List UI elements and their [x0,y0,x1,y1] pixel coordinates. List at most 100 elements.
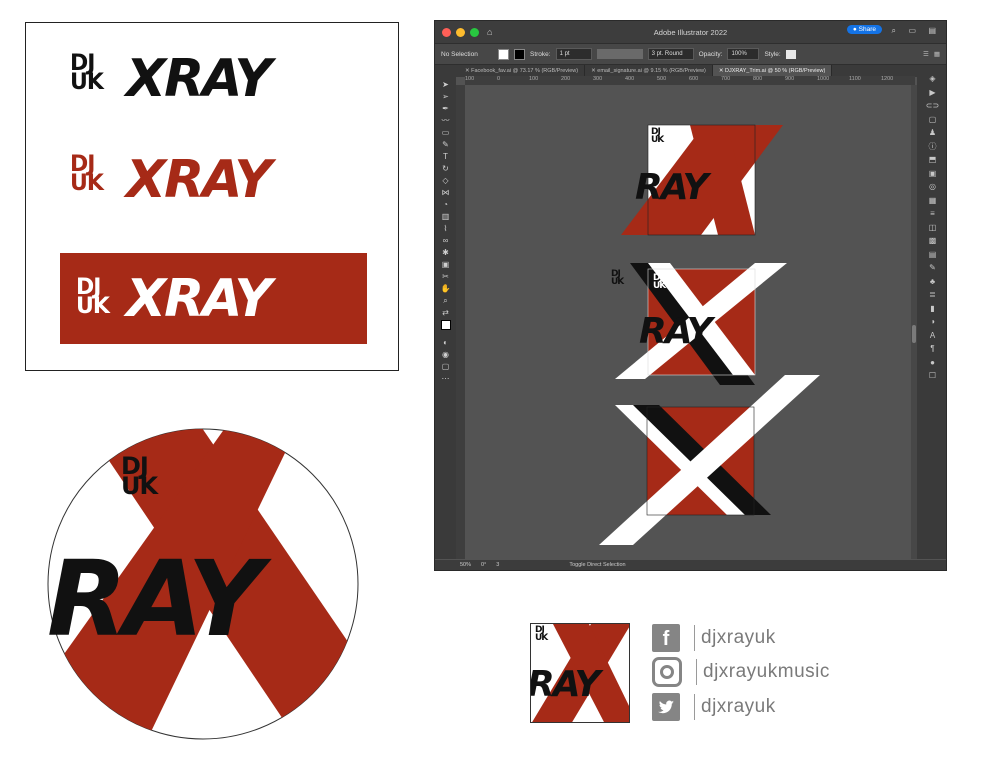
home-icon[interactable]: ⌂ [487,27,492,37]
layers-panel-icon[interactable]: ◈ [917,72,946,86]
facebook-icon: f [652,624,680,652]
ruler-tick: 1100 [849,76,861,82]
character-panel-icon[interactable]: A [917,329,946,343]
comments-panel-icon[interactable]: ☐ [917,369,946,383]
brush-definition-field[interactable]: 3 pt. Round [647,48,694,60]
vertical-scrollbar[interactable] [911,85,917,559]
swatches-panel-icon[interactable]: ▤ [917,248,946,262]
gradient-panel-icon[interactable]: ▮ [917,302,946,316]
width-tool-icon[interactable]: ⋈ [441,188,451,198]
illustrator-window: ⌂ Adobe Illustrator 2022 ● Share ⌕ ▭ ▤ N… [434,20,947,571]
actions-panel-icon[interactable]: ▶ [917,86,946,100]
canvas[interactable]: DJ UK RAY DJ UK DJ UK RAY [465,85,917,559]
shape-builder-tool-icon[interactable]: ◔ [441,200,451,210]
slice-tool-icon[interactable]: ✂ [441,272,451,282]
horizontal-ruler: 100 0 100 200 300 400 500 600 700 800 900 1000 1100 1… [465,76,915,85]
more-tools-icon[interactable]: ⋯ [441,374,451,384]
graphic-styles-panel-icon[interactable]: ▦ [917,194,946,208]
social-row-instagram[interactable]: djxrayukmusic [652,657,830,687]
direct-selection-tool-icon[interactable]: ➢ [441,92,451,102]
opacity-field[interactable]: 100% [727,48,760,60]
search-icon[interactable]: ⌕ [892,26,896,36]
workspace-switcher-icon[interactable]: ▭ [908,26,916,35]
artboard-navigator[interactable]: 3 [496,562,499,568]
logo-black: DJ UK XRAY [70,49,360,109]
fill-stroke-indicator[interactable] [440,320,451,336]
pathfinder-panel-icon[interactable]: ◫ [917,221,946,235]
stroke-panel-icon[interactable]: ≣ [917,288,946,302]
artboard1-wordmark: RAY [635,167,709,208]
symbol-sprayer-tool-icon[interactable]: ✱ [441,248,451,258]
artboard1-logo-mark: DJ UK [651,127,664,145]
rectangle-tool-icon[interactable]: ▭ [441,128,451,138]
ruler-tick: 300 [593,76,603,82]
artboard2-logo-mark: DJ UK [653,273,666,291]
transparency-panel-icon[interactable]: ◑ [917,315,946,329]
selection-tool-icon[interactable]: ➤ [441,80,451,90]
zoom-level[interactable]: 50% [460,562,471,568]
type-tool-icon[interactable]: T [441,152,451,162]
links-panel-icon[interactable]: ⊂⊃ [917,99,946,113]
status-bar: 50% 0° 3 Toggle Direct Selection [435,560,946,570]
info-panel-icon[interactable]: ⓘ [917,140,946,154]
align-icon[interactable]: ☰ [923,50,929,58]
gradient-tool-icon[interactable]: ▥ [441,212,451,222]
brushes-panel-icon[interactable]: ✎ [917,261,946,275]
swap-fill-stroke-icon[interactable]: ⇄ [441,308,451,318]
color-mode-icon[interactable]: ◐ [441,338,451,348]
close-window-button[interactable] [442,27,451,37]
screen-mode-icon[interactable]: ▢ [441,362,451,372]
rotate-tool-icon[interactable]: ↻ [441,164,451,174]
eraser-tool-icon[interactable]: ◇ [441,176,451,186]
panel-dock: ◈ ▶ ⊂⊃ ▢ ♟ ⓘ ⬒ ▣ ◎ ▦ ≡ ◫ ▩ ▤ ✎ ♣ ≣ ▮ ◑ A… [917,66,946,559]
artboard-tool-icon[interactable]: ▣ [441,260,451,270]
symbols-panel-icon[interactable]: ♣ [917,275,946,289]
style-swatch[interactable] [785,49,796,59]
avatar-wordmark: RAY [530,664,601,705]
zoom-tool-icon[interactable]: ⌕ [441,296,451,306]
facebook-handle: djxrayuk [701,627,776,648]
share-button[interactable]: ● Share [846,25,882,34]
pencil-tool-icon[interactable]: ✎ [441,140,451,150]
transform-panel-icon[interactable]: ▩ [917,234,946,248]
blend-tool-icon[interactable]: ∞ [441,236,451,246]
eyedropper-tool-icon[interactable]: ⌇ [441,224,451,234]
hand-tool-icon[interactable]: ✋ [441,284,451,294]
profile-avatar: DJ UK RAY [530,623,630,723]
instagram-icon [652,657,682,687]
scrollbar-thumb[interactable] [912,325,916,343]
transform-icon[interactable]: ▦ [934,50,940,58]
ruler-tick: 600 [689,76,699,82]
ruler-tick: 100 [529,76,539,82]
paragraph-panel-icon[interactable]: ¶ [917,342,946,356]
circle-logo: DJ UK RAY [47,428,359,740]
fill-swatch[interactable] [498,48,509,60]
separator [694,625,695,651]
pen-tool-icon[interactable]: ✒ [441,104,451,114]
arrange-icon[interactable]: ▤ [928,26,936,35]
opacity-label: Opacity: [698,50,723,58]
artboard2-wordmark: RAY [639,311,713,352]
title-bar: ⌂ Adobe Illustrator 2022 ● Share ⌕ ▭ ▤ [435,21,946,43]
export-panel-icon[interactable]: ⬒ [917,153,946,167]
circle-wordmark: RAY [47,538,263,660]
vertical-ruler [456,85,465,559]
zoom-window-button[interactable] [470,27,479,37]
logo-reversed: DJ UK XRAY [60,253,367,344]
align-panel-icon[interactable]: ≡ [917,207,946,221]
libraries-panel-icon[interactable]: ▢ [917,113,946,127]
stroke-swatch[interactable] [514,48,525,60]
stroke-weight-field[interactable]: 1 pt [555,48,592,60]
curvature-tool-icon[interactable]: 〰 [441,116,451,126]
minimize-window-button[interactable] [456,27,465,37]
rotation-value[interactable]: 0° [481,562,486,568]
social-row-facebook[interactable]: f djxrayuk [652,623,776,653]
ruler-tick: 900 [785,76,795,82]
variable-width-field[interactable] [596,49,643,59]
color-panel-icon[interactable]: ● [917,356,946,370]
artboards-panel-icon[interactable]: ▣ [917,167,946,181]
social-row-twitter[interactable]: djxrayuk [652,692,776,722]
properties-panel-icon[interactable]: ♟ [917,126,946,140]
draw-mode-icon[interactable]: ◉ [441,350,451,360]
appearance-panel-icon[interactable]: ◎ [917,180,946,194]
